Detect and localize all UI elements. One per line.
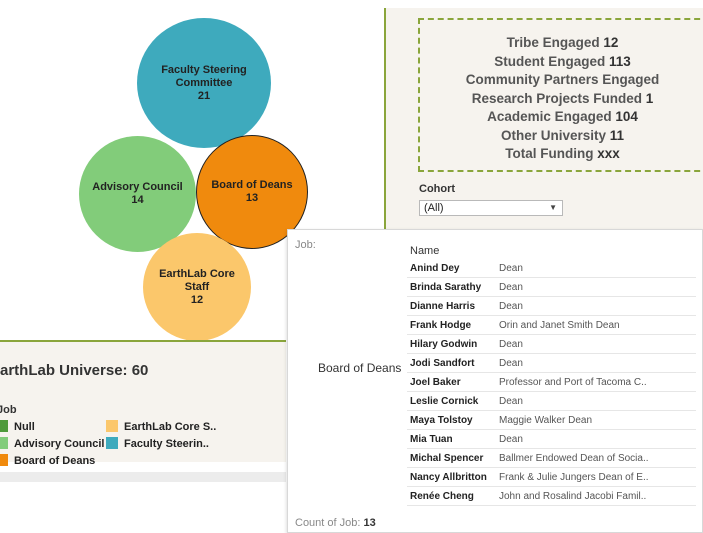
- legend-item-faculty-steering[interactable]: Faculty Steerin..: [106, 437, 209, 450]
- member-name: Joel Baker: [410, 376, 461, 388]
- member-name: Brinda Sarathy: [410, 281, 482, 293]
- table-row: Joel Baker Professor and Port of Tacoma C…: [407, 373, 696, 392]
- legend-label: Null: [14, 421, 35, 433]
- table-row: Brinda Sarathy Dean: [407, 278, 696, 297]
- table-row: Frank Hodge Orin and Janet Smith Dean: [407, 316, 696, 335]
- table-row: Maya Tolstoy Maggie Walker Dean: [407, 411, 696, 430]
- tooltip-table: Anind Dey Dean Brinda Sarathy Dean Dianne …: [407, 259, 696, 506]
- tooltip-count: Count of Job: 13: [295, 517, 376, 529]
- legend-title-text: Job: [0, 404, 17, 416]
- member-name: Anind Dey: [410, 262, 460, 274]
- cohort-label: Cohort: [419, 183, 456, 195]
- legend-item-earthlab-core[interactable]: EarthLab Core S..: [106, 420, 216, 433]
- stat-tribe-engaged: Tribe Engaged 12: [506, 35, 619, 50]
- tooltip-group-label: Board of Deans: [318, 361, 402, 375]
- table-row: Anind Dey Dean: [407, 259, 696, 278]
- tooltip-board-of-deans: Job: Name Board of Deans Anind Dey Dean B…: [287, 229, 703, 533]
- chevron-down-icon: ▼: [549, 203, 557, 212]
- member-title: Dean: [499, 338, 523, 350]
- member-title: Maggie Walker Dean: [499, 414, 593, 426]
- table-row: Dianne Harris Dean: [407, 297, 696, 316]
- table-row: Nancy Allbritton Frank & Julie Jungers De…: [407, 468, 696, 487]
- legend-label: Advisory Council: [14, 438, 105, 450]
- member-name: Michal Spencer: [410, 452, 484, 464]
- legend-title: Job: [0, 404, 17, 416]
- universe-title: EarthLab Universe: 60: [0, 362, 286, 379]
- table-row: Leslie Cornick Dean: [407, 392, 696, 411]
- member-title: Dean: [499, 433, 523, 445]
- legend-swatch: [0, 420, 8, 432]
- legend-item-null[interactable]: Null: [0, 420, 35, 433]
- bubble-earthlab-core-staff[interactable]: EarthLab Core Staff 12: [143, 233, 251, 341]
- table-row: Michal Spencer Ballmer Endowed Dean of So…: [407, 449, 696, 468]
- bubble-advisory-council[interactable]: Advisory Council 14: [79, 136, 196, 252]
- count-label: Count of Job:: [295, 517, 361, 529]
- member-name: Jodi Sandfort: [410, 357, 475, 369]
- legend-swatch: [0, 454, 8, 466]
- legend-swatch: [106, 420, 118, 432]
- member-title: Dean: [499, 357, 523, 369]
- bubble-count: 14: [131, 194, 144, 206]
- legend-swatch: [106, 437, 118, 449]
- member-title: Dean: [499, 300, 523, 312]
- stat-total-funding: Total Funding xxx: [505, 146, 620, 161]
- bubble-label: EarthLab Core: [159, 267, 235, 280]
- stat-community-partners: Community Partners Engaged: [465, 72, 660, 87]
- stat-student-engaged: Student Engaged 113: [494, 53, 631, 69]
- tooltip-name-header: Name: [410, 245, 440, 257]
- table-row: Mia Tuan Dean: [407, 430, 696, 449]
- member-title: Dean: [499, 395, 523, 407]
- table-row: Jodi Sandfort Dean: [407, 354, 696, 373]
- bubble-faculty-steering-committee[interactable]: Faculty Steering Committee 21: [137, 18, 271, 148]
- stat-research-projects: Research Projects Funded 1: [471, 90, 654, 106]
- stats-list: Tribe Engaged 12 Student Engaged 113 Com…: [420, 34, 703, 164]
- legend-item-advisory-council[interactable]: Advisory Council: [0, 437, 104, 450]
- tooltip-job-label: Job:: [295, 239, 316, 251]
- member-name: Leslie Cornick: [410, 395, 479, 407]
- member-title: Professor and Port of Tacoma C..: [499, 376, 647, 388]
- stat-other-university: Other University 11: [500, 127, 625, 143]
- member-name: Renée Cheng: [410, 490, 474, 502]
- member-name: Mia Tuan: [410, 433, 453, 445]
- bubble-count: 12: [190, 293, 204, 306]
- member-name: Hilary Godwin: [410, 338, 478, 350]
- member-title: John and Rosalind Jacobi Famil..: [499, 490, 647, 502]
- cohort-value: (All): [424, 202, 444, 214]
- stat-academic-engaged: Academic Engaged 104: [487, 109, 638, 124]
- bubble-label: Advisory Council: [92, 181, 183, 193]
- member-title: Dean: [499, 262, 523, 274]
- member-name: Frank Hodge: [410, 319, 472, 331]
- member-title: Dean: [499, 281, 523, 293]
- legend-label: EarthLab Core S..: [124, 421, 217, 433]
- legend-label: Faculty Steerin..: [124, 438, 209, 450]
- bubble-count: 13: [245, 192, 259, 204]
- bubble-label: Committee: [175, 76, 233, 89]
- bubble-label: Staff: [184, 280, 210, 293]
- member-name: Maya Tolstoy: [410, 414, 473, 426]
- legend-swatch: [0, 437, 8, 449]
- member-title: Ballmer Endowed Dean of Socia..: [499, 452, 649, 464]
- legend-label: Board of Deans: [14, 455, 96, 467]
- table-row: Renée Cheng John and Rosalind Jacobi Fami…: [407, 487, 696, 506]
- legend-item-board-of-deans[interactable]: Board of Deans: [0, 454, 95, 467]
- universe-title-text: EarthLab Universe: 60: [0, 362, 149, 379]
- bubble-label: Board of Deans: [211, 179, 293, 191]
- member-name: Nancy Allbritton: [410, 471, 487, 483]
- table-row: Hilary Godwin Dean: [407, 335, 696, 354]
- member-title: Frank & Julie Jungers Dean of E..: [499, 471, 649, 483]
- bubble-label: Faculty Steering: [161, 63, 247, 76]
- cohort-dropdown[interactable]: (All) ▼: [419, 200, 563, 216]
- member-title: Orin and Janet Smith Dean: [499, 319, 620, 331]
- member-name: Dianne Harris: [410, 300, 476, 312]
- divider: [0, 472, 286, 482]
- count-value: 13: [363, 517, 376, 529]
- bubble-count: 21: [197, 89, 211, 102]
